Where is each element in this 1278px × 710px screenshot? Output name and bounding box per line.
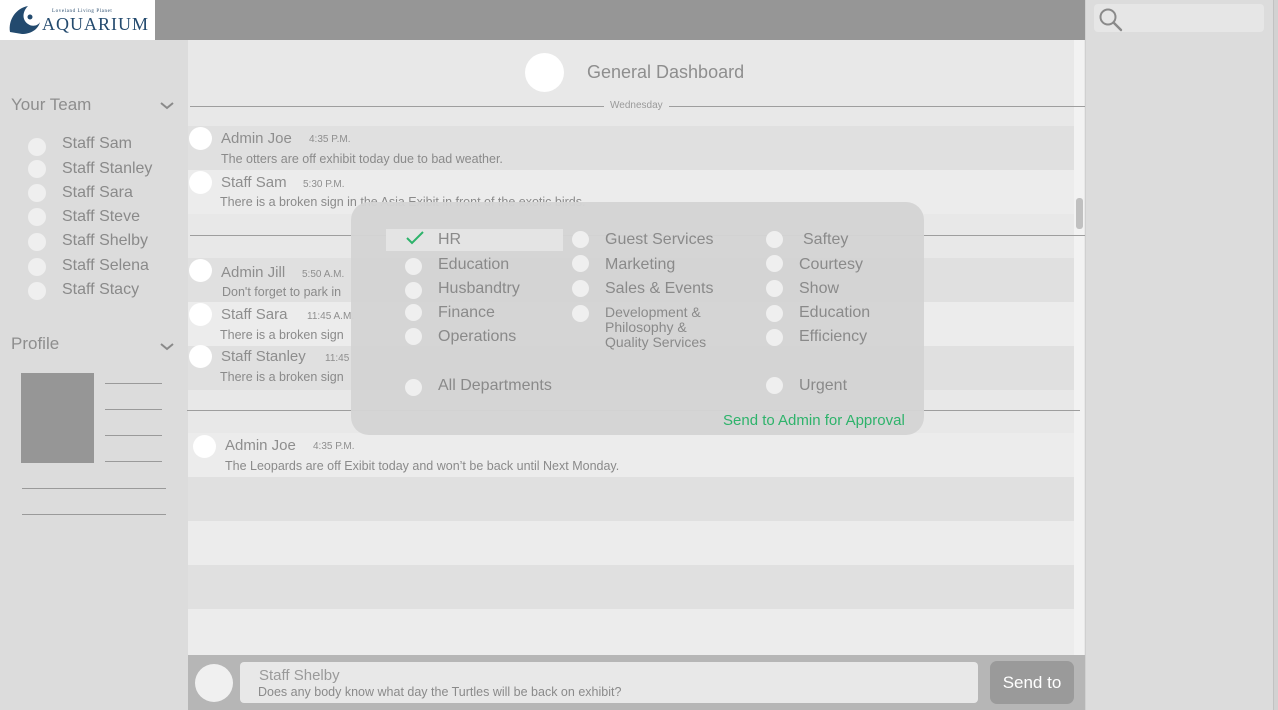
avatar [195, 664, 233, 702]
avatar [28, 208, 46, 226]
radio-button[interactable] [766, 377, 783, 394]
top-bar [155, 0, 1085, 40]
profile-photo[interactable] [21, 373, 94, 463]
message-time: 11:45 [325, 353, 350, 364]
aquarium-logo[interactable]: Loveland Living Planet AQUARIUM [0, 0, 155, 40]
composer-author: Staff Shelby [259, 667, 340, 684]
message-text: The otters are off exhibit today due to … [221, 152, 503, 166]
message-author[interactable]: Staff Stanley [221, 348, 306, 365]
message-row-bg [188, 565, 1075, 609]
radio-button[interactable] [405, 379, 422, 396]
logo-title: AQUARIUM [42, 14, 149, 34]
radio-button[interactable] [766, 329, 783, 346]
avatar [28, 160, 46, 178]
send-for-approval-link[interactable]: Send to Admin for Approval [723, 412, 905, 429]
avatar [28, 184, 46, 202]
right-panel [1085, 0, 1278, 710]
send-to-button[interactable]: Send to [990, 661, 1074, 704]
message-author[interactable]: Admin Joe [225, 437, 296, 454]
avatar[interactable] [189, 345, 212, 368]
chevron-down-icon[interactable] [160, 102, 174, 110]
checkmark-icon[interactable] [405, 229, 425, 247]
radio-button[interactable] [766, 231, 783, 248]
your-team-heading: Your Team [11, 95, 92, 114]
profile-field [105, 383, 162, 384]
profile-field [22, 488, 166, 489]
wave-logo-icon [9, 6, 40, 34]
message-author[interactable]: Staff Sara [221, 306, 287, 323]
message-text: There is a broken sign [220, 328, 344, 342]
message-row-bg [188, 609, 1075, 655]
message-author[interactable]: Admin Jill [221, 264, 285, 281]
radio-button[interactable] [572, 231, 589, 248]
message-time: 5:50 A.M. [302, 269, 345, 280]
profile-field [105, 409, 162, 410]
radio-button[interactable] [572, 280, 589, 297]
avatar[interactable] [189, 303, 212, 326]
day-label: Wednesday [604, 100, 669, 111]
radio-button[interactable] [572, 255, 589, 272]
radio-button[interactable] [405, 258, 422, 275]
message-time: 4:35 P.M. [313, 441, 355, 452]
dashboard-avatar [525, 53, 564, 92]
avatar[interactable] [189, 171, 212, 194]
profile-field [105, 461, 162, 462]
profile-field [22, 514, 166, 515]
search-icon [1099, 8, 1123, 32]
radio-button[interactable] [766, 305, 783, 322]
composer-text[interactable]: Does any body know what day the Turtles … [258, 685, 621, 699]
message-row-bg [188, 477, 1075, 521]
feed-scrollbar[interactable] [1074, 40, 1084, 655]
message-author[interactable]: Staff Sam [221, 174, 287, 191]
page-title: General Dashboard [587, 62, 745, 82]
message-text: Don't forget to park in [222, 285, 342, 299]
message-row-bg [188, 521, 1075, 565]
avatar[interactable] [193, 435, 216, 458]
profile-field [105, 435, 162, 436]
avatar [28, 258, 46, 276]
radio-button[interactable] [405, 282, 422, 299]
profile-heading: Profile [11, 334, 60, 353]
avatar [28, 282, 46, 300]
radio-button[interactable] [766, 280, 783, 297]
radio-button[interactable] [405, 328, 422, 345]
scroll-thumb[interactable] [1076, 198, 1083, 229]
radio-button[interactable] [405, 304, 422, 321]
radio-button[interactable] [572, 305, 589, 322]
avatar[interactable] [189, 259, 212, 282]
chevron-down-icon[interactable] [160, 343, 174, 351]
radio-button[interactable] [766, 255, 783, 272]
avatar [28, 138, 46, 156]
message-text: There is a broken sign [220, 370, 344, 384]
search-input[interactable] [1094, 4, 1264, 32]
message-author[interactable]: Admin Joe [221, 130, 292, 147]
avatar[interactable] [189, 127, 212, 150]
window-scrollbar[interactable] [1273, 0, 1278, 710]
message-text: The Leopards are off Exibit today and wo… [225, 459, 620, 473]
message-time: 5:30 P.M. [303, 179, 345, 190]
message-time: 4:35 P.M. [309, 134, 351, 145]
avatar [28, 233, 46, 251]
message-time: 11:45 A.M. [307, 311, 355, 322]
